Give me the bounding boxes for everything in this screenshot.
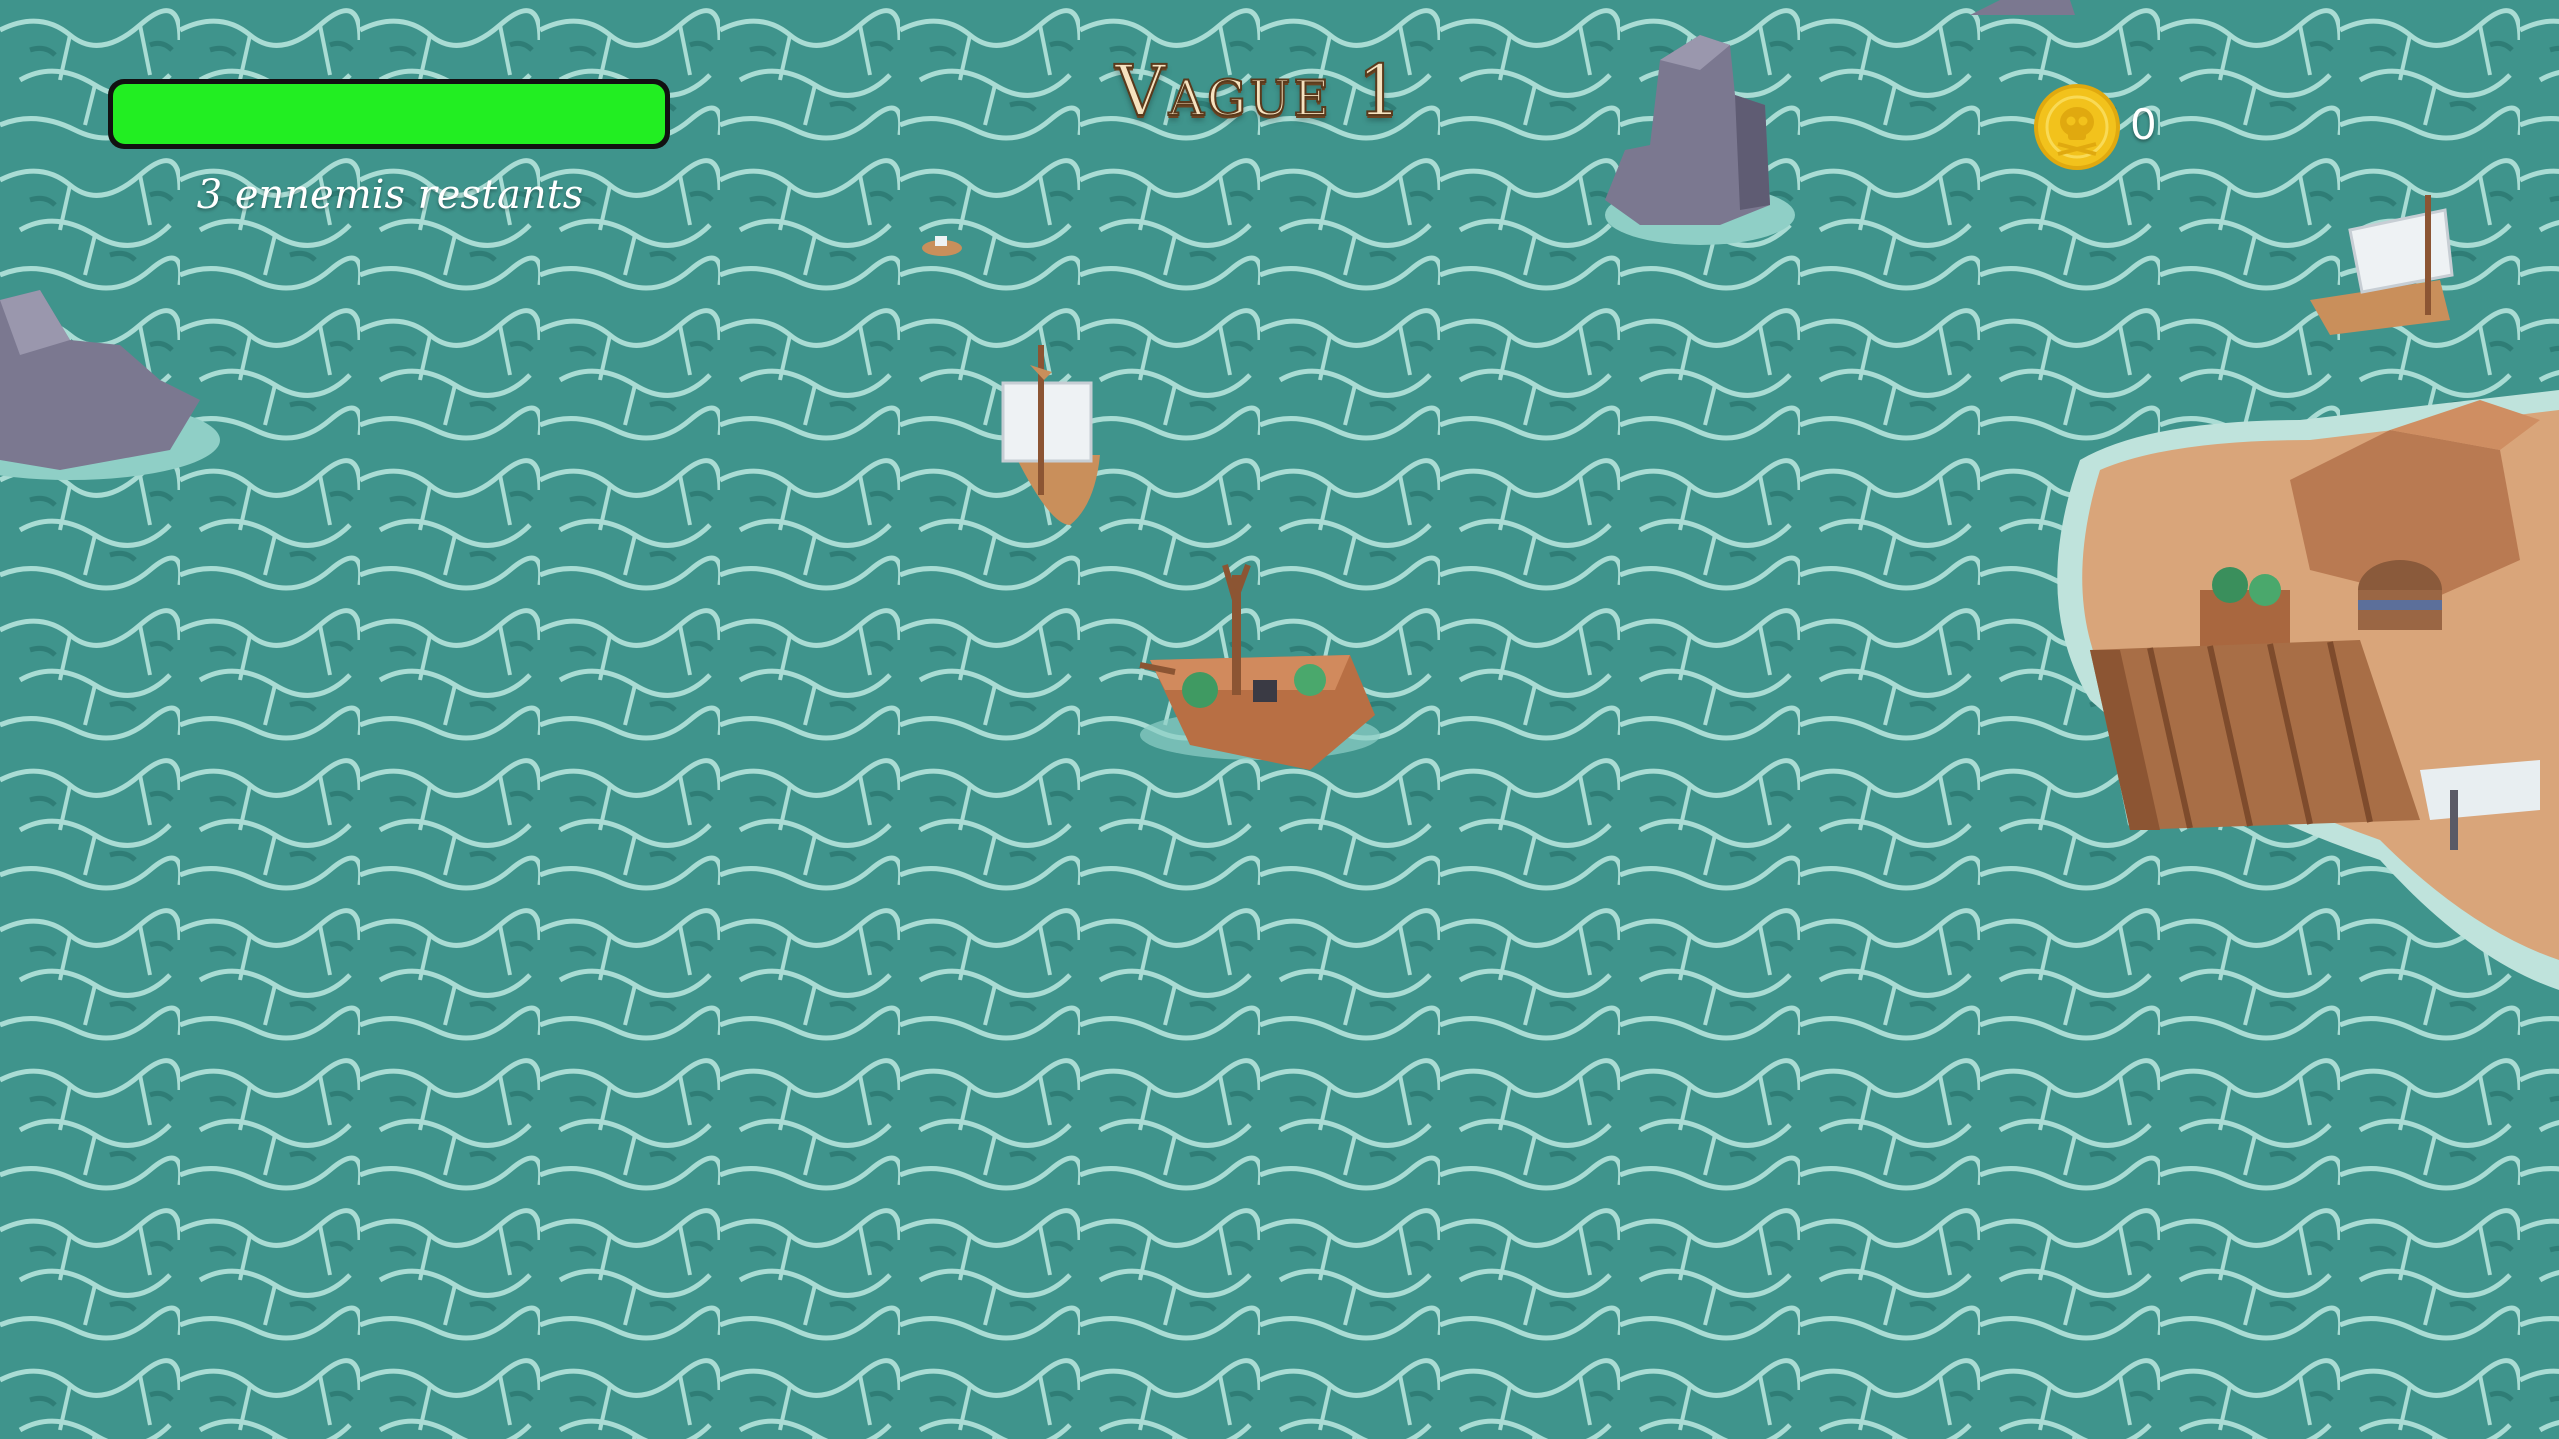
ocean-scene bbox=[0, 0, 2559, 1439]
